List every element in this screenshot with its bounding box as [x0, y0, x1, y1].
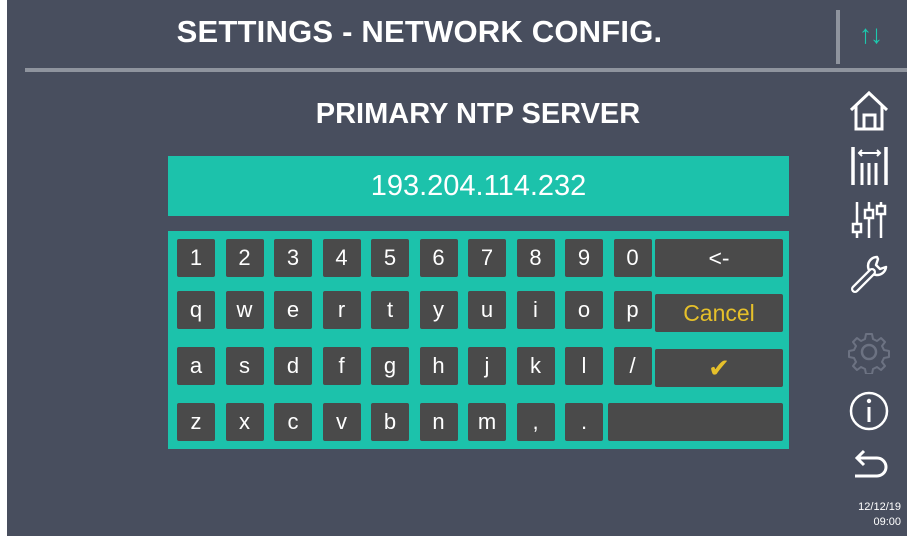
key-row3-5[interactable]: h — [419, 347, 458, 385]
confirm-key[interactable]: ✔ — [655, 349, 783, 387]
key-row1-3[interactable]: 4 — [322, 239, 361, 277]
key-row3-0[interactable]: a — [177, 347, 215, 385]
key-row4-2[interactable]: c — [274, 403, 312, 441]
key-row2-0[interactable]: q — [177, 291, 215, 329]
header-divider — [836, 10, 840, 64]
key-row2-6[interactable]: u — [468, 291, 506, 329]
key-row4-0[interactable]: z — [177, 403, 215, 441]
key-row2-8[interactable]: o — [565, 291, 603, 329]
wrench-icon[interactable] — [843, 253, 895, 297]
key-row4-8[interactable]: . — [565, 403, 603, 441]
status-date: 12/12/19 — [858, 501, 901, 513]
ip-address-input[interactable]: 193.204.114.232 — [168, 156, 789, 216]
key-row3-1[interactable]: s — [225, 347, 264, 385]
key-row4-1[interactable]: x — [225, 403, 264, 441]
on-screen-keyboard: 1 2 3 4 5 6 7 8 9 0 q w e r t y u i o p a s d f g h j k l / z x c v b n m,. <… — [168, 231, 789, 449]
backspace-key[interactable]: <- — [655, 239, 783, 277]
key-row1-5[interactable]: 6 — [419, 239, 458, 277]
key-row3-9[interactable]: / — [613, 347, 652, 385]
screen: SETTINGS - NETWORK CONFIG. ↑↓ PRIMARY NT… — [7, 0, 907, 536]
key-row3-8[interactable]: l — [565, 347, 603, 385]
key-row2-1[interactable]: w — [225, 291, 264, 329]
key-row1-6[interactable]: 7 — [468, 239, 506, 277]
key-row4-5[interactable]: n — [419, 403, 458, 441]
space-key[interactable] — [608, 403, 783, 441]
info-icon[interactable] — [843, 389, 895, 433]
back-icon[interactable] — [843, 446, 895, 490]
key-row4-4[interactable]: b — [371, 403, 409, 441]
key-row2-2[interactable]: e — [274, 291, 312, 329]
key-row1-7[interactable]: 8 — [516, 239, 555, 277]
key-row2-7[interactable]: i — [516, 291, 555, 329]
up-down-arrows-icon[interactable]: ↑↓ — [845, 14, 895, 54]
key-row2-9[interactable]: p — [613, 291, 652, 329]
key-row3-2[interactable]: d — [274, 347, 312, 385]
key-row3-4[interactable]: g — [371, 347, 409, 385]
key-row2-5[interactable]: y — [419, 291, 458, 329]
field-label: PRIMARY NTP SERVER — [315, 98, 641, 130]
page-title: SETTINGS - NETWORK CONFIG. — [176, 14, 663, 49]
status-time: 09:00 — [873, 516, 901, 528]
key-row2-3[interactable]: r — [322, 291, 361, 329]
key-row3-6[interactable]: j — [468, 347, 506, 385]
key-row3-3[interactable]: f — [322, 347, 361, 385]
key-row1-8[interactable]: 9 — [565, 239, 603, 277]
home-icon[interactable] — [843, 88, 895, 132]
key-row4-6[interactable]: m — [468, 403, 506, 441]
key-row1-9[interactable]: 0 — [613, 239, 652, 277]
key-row2-4[interactable]: t — [371, 291, 409, 329]
key-row1-1[interactable]: 2 — [225, 239, 264, 277]
title-underline — [25, 68, 907, 72]
status-datetime: 12/12/19 09:00 — [839, 500, 901, 530]
sliders-icon[interactable] — [843, 198, 895, 242]
key-row4-3[interactable]: v — [322, 403, 361, 441]
calibration-icon[interactable] — [843, 143, 895, 187]
cancel-key[interactable]: Cancel — [655, 294, 783, 332]
key-row1-4[interactable]: 5 — [371, 239, 409, 277]
key-row4-7[interactable]: , — [516, 403, 555, 441]
key-row3-7[interactable]: k — [516, 347, 555, 385]
gear-icon — [843, 330, 895, 374]
key-row1-2[interactable]: 3 — [274, 239, 312, 277]
key-row1-0[interactable]: 1 — [177, 239, 215, 277]
